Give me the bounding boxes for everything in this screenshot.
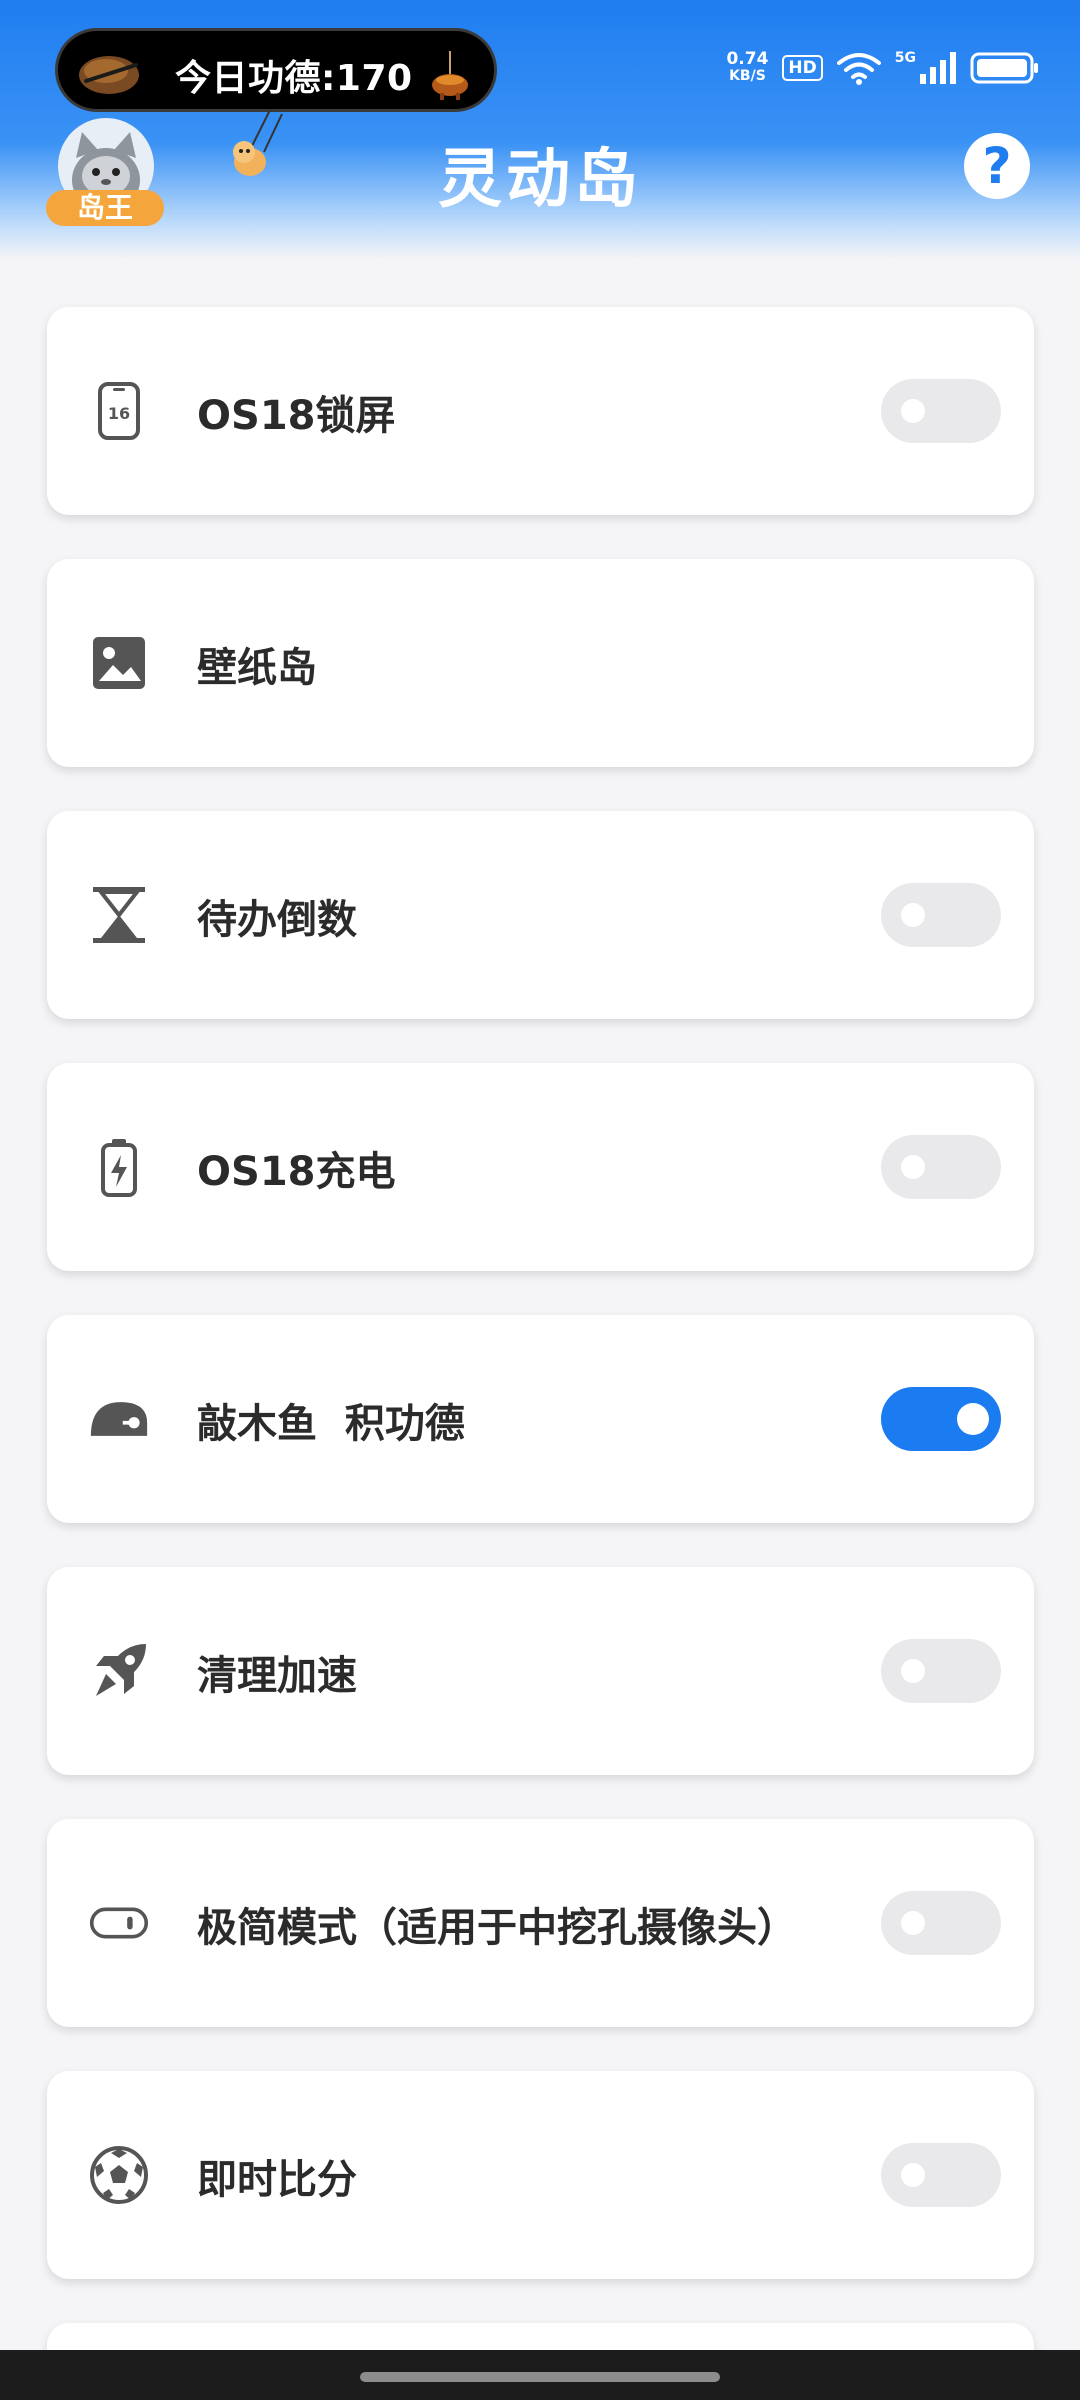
toggle-knob (901, 1659, 925, 1683)
feature-card-os18-lockscreen[interactable]: 16 OS18锁屏 (47, 307, 1034, 515)
phone-16-icon: 16 (89, 381, 149, 441)
hourglass-icon (89, 885, 149, 945)
feature-label: 即时比分 (197, 2157, 357, 2203)
toggle-knob (901, 1155, 925, 1179)
toggle-minimal-mode[interactable] (881, 1891, 1001, 1955)
feature-label: 待办倒数 (197, 897, 357, 943)
battery-charging-icon (89, 1137, 149, 1197)
merit-count-text: 今日功德:170 (175, 58, 413, 99)
page-title: 灵动岛 (438, 143, 642, 217)
toggle-os18-lockscreen[interactable] (881, 379, 1001, 443)
svg-text:16: 16 (108, 404, 130, 423)
pill-camera-icon (89, 1893, 149, 1953)
toggle-cleanup-boost[interactable] (881, 1639, 1001, 1703)
feature-label: 敲木鱼 积功德 (197, 1401, 465, 1447)
feature-label: 极简模式（适用于中挖孔摄像头） (197, 1905, 797, 1951)
toggle-knob (901, 399, 925, 423)
toggle-todo-countdown[interactable] (881, 883, 1001, 947)
home-indicator[interactable] (360, 2372, 720, 2382)
toggle-os18-charging[interactable] (881, 1135, 1001, 1199)
feature-label: OS18充电 (197, 1149, 396, 1195)
feature-label: OS18锁屏 (197, 393, 396, 439)
hd-badge: HD (782, 55, 823, 81)
toggle-live-score[interactable] (881, 2143, 1001, 2207)
merit-island[interactable]: 今日功德:170 (55, 28, 497, 112)
toggle-knob (901, 1911, 925, 1935)
feature-card-live-score[interactable]: 即时比分 (47, 2071, 1034, 2279)
status-bar: 0.74 KB/S HD 5G (726, 46, 1040, 90)
feature-card-cleanup-boost[interactable]: 清理加速 (47, 1567, 1034, 1775)
signal-5g-label: 5G (894, 50, 916, 66)
toggle-knob (901, 2163, 925, 2187)
wooden-fish-icon (79, 56, 139, 94)
help-button[interactable]: ? (964, 133, 1030, 199)
soccer-ball-icon (89, 2145, 149, 2205)
wifi-icon (836, 53, 881, 85)
network-speed-unit: KB/S (729, 68, 766, 84)
toggle-knob (901, 903, 925, 927)
navigation-bar (0, 2350, 1080, 2400)
cellular-signal-icon (920, 52, 956, 84)
feature-card-os18-charging[interactable]: OS18充电 (47, 1063, 1034, 1271)
feature-card-wallpaper-island[interactable]: 壁纸岛 (47, 559, 1034, 767)
incense-burner-icon (432, 51, 468, 100)
network-speed-value: 0.74 (726, 49, 769, 69)
wooden-fish-icon (89, 1389, 149, 1449)
toggle-knob (957, 1403, 989, 1435)
battery-icon (970, 52, 1038, 84)
feature-card-minimal-mode[interactable]: 极简模式（适用于中挖孔摄像头） (47, 1819, 1034, 2027)
feature-card-wooden-fish[interactable]: 敲木鱼 积功德 (47, 1315, 1034, 1523)
feature-card-todo-countdown[interactable]: 待办倒数 (47, 811, 1034, 1019)
network-speed: 0.74 KB/S (726, 51, 768, 85)
feature-label: 清理加速 (197, 1653, 357, 1699)
feature-label: 壁纸岛 (197, 645, 317, 691)
rocket-icon (89, 1641, 149, 1701)
image-icon (89, 633, 149, 693)
toggle-wooden-fish[interactable] (881, 1387, 1001, 1451)
